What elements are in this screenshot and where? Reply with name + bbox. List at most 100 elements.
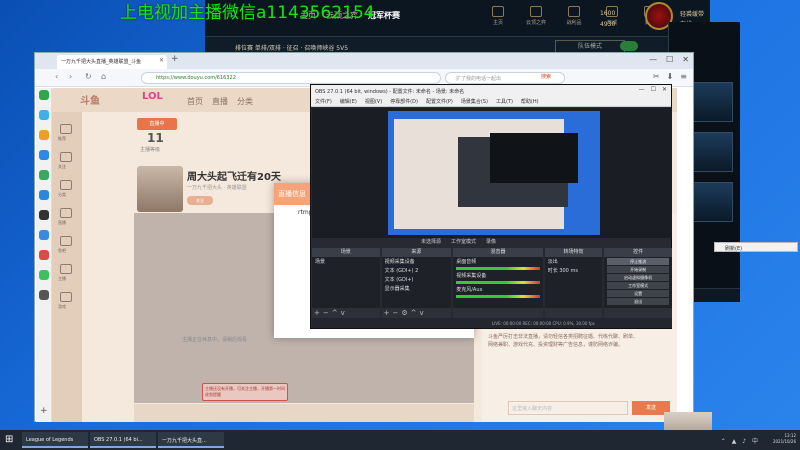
app-icon[interactable]: [39, 90, 49, 100]
close-tab-icon[interactable]: ✕: [159, 57, 164, 64]
menu-view[interactable]: 视图(V): [365, 98, 382, 105]
rail-icon[interactable]: [60, 236, 72, 246]
rail-label: 游戏: [58, 304, 66, 309]
obs-preview[interactable]: [312, 108, 672, 238]
rail-icon[interactable]: [60, 180, 72, 190]
app-icon[interactable]: [39, 130, 49, 140]
close-icon[interactable]: ✕: [662, 86, 667, 93]
rail-label: 推荐: [58, 136, 66, 141]
app-icon[interactable]: [39, 210, 49, 220]
lol-icon-tft[interactable]: 云顶之弈: [523, 6, 549, 26]
start-recording-button[interactable]: 开始录制: [607, 266, 669, 273]
studio-mode-button[interactable]: 工作室模式: [607, 282, 669, 289]
source-item[interactable]: 视频采集设备: [382, 257, 452, 266]
system-clock[interactable]: 13:12 2021/10/26: [773, 433, 796, 445]
task-obs[interactable]: OBS 27.0.1 (64 bi...: [90, 432, 156, 448]
volume-meter[interactable]: [456, 267, 540, 270]
minimize-icon[interactable]: —: [639, 86, 645, 93]
nav-item[interactable]: 首页: [187, 96, 203, 107]
scenes-dock: 场景 场景 +−^v: [312, 248, 380, 318]
rail-icon[interactable]: [60, 292, 72, 302]
app-icon[interactable]: [39, 170, 49, 180]
loot-icon: [568, 6, 580, 17]
streamer-avatar[interactable]: [137, 166, 183, 212]
volume-meter[interactable]: [456, 295, 540, 298]
tray-icons[interactable]: ⌃ ▲ ♪ 中: [721, 436, 760, 445]
menu-docks[interactable]: 停靠部件(D): [390, 98, 418, 105]
taskbar: ⊞ League of Legends OBS 27.0.1 (64 bi...…: [0, 430, 800, 450]
tab-bar: 一万九千把大头直播_英雄联盟_斗鱼 ✕ + — ☐ ✕: [35, 53, 693, 69]
menu-edit[interactable]: 编辑(E): [340, 98, 357, 105]
maximize-icon[interactable]: ☐: [651, 86, 656, 93]
forward-icon[interactable]: ›: [69, 72, 72, 81]
douyu-logo[interactable]: 斗鱼: [80, 92, 100, 107]
rail-icon[interactable]: [60, 208, 72, 218]
app-icon[interactable]: [39, 150, 49, 160]
rail-icon[interactable]: [60, 264, 72, 274]
transition-select[interactable]: 淡出: [545, 257, 603, 266]
social-header: [669, 22, 740, 36]
party-toggle[interactable]: [620, 41, 638, 51]
home-icon[interactable]: ⌂: [101, 72, 106, 81]
settings-button[interactable]: 设置: [607, 290, 669, 297]
menu-help[interactable]: 帮助(H): [521, 98, 539, 105]
browser-tab[interactable]: 一万九千把大头直播_英雄联盟_斗鱼 ✕: [57, 55, 167, 69]
context-menu-item[interactable]: 刷新(E): [714, 242, 798, 252]
menu-file[interactable]: 文件(F): [315, 98, 332, 105]
rail-icon[interactable]: [60, 124, 72, 134]
record-toggle[interactable]: 录像: [486, 238, 496, 245]
source-item[interactable]: 文本 (GDI+): [382, 275, 452, 284]
rail-icon[interactable]: [60, 152, 72, 162]
new-tab-button[interactable]: +: [171, 54, 179, 64]
address-bar[interactable]: https://www.douyu.com/616322: [141, 72, 441, 84]
source-item[interactable]: 显示器采集: [382, 284, 452, 293]
scene-item[interactable]: 场景: [312, 257, 380, 266]
app-icon[interactable]: [39, 270, 49, 280]
source-item[interactable]: 文本 (GDI+) 2: [382, 266, 452, 275]
browser-sidebar: +: [36, 88, 52, 422]
lol-queue-text: 排位赛 单排/双排 · 征召 · 召唤师峡谷 5V5: [235, 45, 349, 52]
offline-tip: 主播还没有开播，可关注主播，开播第一时间收到提醒: [202, 383, 288, 401]
dock-buttons[interactable]: +−^v: [314, 309, 348, 317]
nav-item[interactable]: 直播: [212, 96, 228, 107]
menu-tools[interactable]: 工具(T): [496, 98, 513, 105]
app-icon[interactable]: [39, 230, 49, 240]
refresh-icon[interactable]: ↻: [85, 72, 92, 81]
lol-icon-home[interactable]: 主页: [485, 6, 511, 26]
studio-mode-toggle[interactable]: 工作室模式: [451, 238, 476, 245]
dock-buttons[interactable]: +−⚙^v: [384, 309, 427, 317]
back-icon[interactable]: ‹: [55, 72, 58, 81]
maximize-icon[interactable]: ☐: [666, 55, 673, 64]
gift-bar[interactable]: [134, 404, 474, 422]
app-icon[interactable]: [39, 190, 49, 200]
menu-profile[interactable]: 配置文件(P): [426, 98, 453, 105]
sources-header: 来源: [381, 248, 452, 257]
duration-field[interactable]: 时长 300 ms: [545, 266, 603, 275]
menu-icon[interactable]: ≡: [680, 72, 687, 81]
add-app-icon[interactable]: +: [40, 406, 48, 416]
menu-scene-collection[interactable]: 场景集合(S): [461, 98, 488, 105]
rail-label: 直播: [58, 220, 66, 225]
close-icon[interactable]: ✕: [682, 55, 689, 64]
follow-button[interactable]: 关注: [187, 196, 213, 205]
nav-item[interactable]: 分类: [237, 96, 253, 107]
controls-header: 控件: [604, 248, 672, 257]
extension-icon[interactable]: ✂: [653, 72, 660, 81]
mixer-channel: 视频采集设备: [456, 273, 487, 279]
minimize-icon[interactable]: —: [649, 55, 657, 64]
search-button[interactable]: 搜索: [541, 73, 551, 80]
app-icon[interactable]: [39, 110, 49, 120]
chat-input[interactable]: 这里输入聊天内容: [508, 401, 628, 415]
volume-meter[interactable]: [456, 281, 540, 284]
app-icon[interactable]: [39, 250, 49, 260]
task-lol[interactable]: League of Legends: [22, 432, 88, 448]
exit-button[interactable]: 退出: [607, 298, 669, 305]
controls-body: 停止推流 开始录制 启动虚拟摄像机 工作室模式 设置 退出: [604, 257, 672, 308]
lol-icon-loot[interactable]: 战利品: [561, 6, 587, 26]
task-browser[interactable]: 一万九千把大头直...: [158, 432, 224, 448]
windows-start-icon[interactable]: ⊞: [5, 434, 13, 445]
virtual-camera-button[interactable]: 启动虚拟摄像机: [607, 274, 669, 281]
app-icon[interactable]: [39, 290, 49, 300]
download-icon[interactable]: ⬇: [667, 72, 674, 81]
stop-stream-button[interactable]: 停止推流: [607, 258, 669, 265]
